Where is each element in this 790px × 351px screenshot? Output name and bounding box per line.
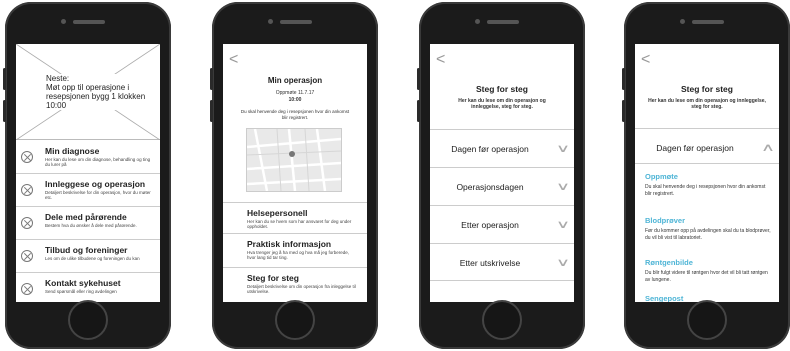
chevron-up-icon: ∧ (760, 142, 776, 154)
map-streets (247, 129, 341, 191)
home-button[interactable] (275, 300, 315, 340)
back-arrow-icon[interactable]: < (229, 52, 238, 68)
chevron-down-icon: ∨ (555, 219, 571, 231)
home-button[interactable] (687, 300, 727, 340)
menu-item-subtitle: Detaljert beskrivelse for din operasjon,… (45, 190, 151, 200)
accordion-etter-utskrivelse[interactable]: Etter utskrivelse ∨ (430, 243, 574, 281)
accordion-operasjonsdagen[interactable]: Operasjonsdagen ∨ (430, 167, 574, 205)
menu-item-kontakt[interactable]: Kontakt sykehuset Send spørsmål eller ri… (16, 273, 160, 302)
menu-item-title: Dele med pårørende (45, 212, 127, 222)
section-body: Du blir fulgt videre til røntgen hvor de… (645, 270, 768, 283)
chevron-down-icon: ∨ (555, 181, 571, 193)
list-item-title: Praktisk informasjon (247, 239, 332, 249)
map-view[interactable] (246, 128, 342, 192)
accordion-label: Dagen før operasjon (656, 143, 734, 153)
speaker-grille (692, 20, 724, 24)
chevron-down-icon: ∨ (555, 257, 571, 269)
accordion-label: Dagen før operasjon (451, 144, 529, 154)
menu-item-title: Tilbud og foreninger (45, 245, 128, 255)
menu-item-subtitle: Les om de ulike tilbudene og foreningen … (45, 256, 140, 261)
chevron-down-icon: ∨ (555, 143, 571, 155)
screen-min-operasjon: < Min operasjon Oppmøte 11.7.17 10:00 Du… (223, 44, 367, 302)
phone-frame-4: < Steg for steg Her kan du lese om din o… (622, 2, 790, 349)
accordion-etter-operasjon[interactable]: Etter operasjon ∨ (430, 205, 574, 243)
menu-item-subtitle: Bestem hva du ønsker å dele med pårørend… (45, 223, 137, 228)
page-subtitle: Her kan du lese om din operasjon og innl… (648, 98, 766, 110)
close-circle-icon (21, 283, 33, 295)
accordion-label: Operasjonsdagen (456, 182, 524, 192)
arrival-info: Du skal henvende deg i resepsjonen hvor … (240, 109, 350, 120)
list-item-subtitle: Her kan du se hvem som har ansvaret for … (247, 219, 352, 229)
accordion-label: Etter operasjon (461, 220, 519, 230)
list-item-praktisk[interactable]: Praktisk informasjon Hva trenger jeg å h… (223, 233, 367, 267)
close-circle-icon (21, 151, 33, 163)
phone-frame-1: Neste: Møt opp til operasjone i resepsjo… (3, 2, 171, 349)
menu-item-subtitle: Her kan du lese om din diagnose, behandl… (45, 157, 151, 167)
close-circle-icon (21, 250, 33, 262)
speaker-grille (280, 20, 312, 24)
accordion-dagen-for-expanded[interactable]: Dagen før operasjon ∧ (635, 128, 779, 164)
speaker-grille (487, 20, 519, 24)
image-placeholder: Neste: Møt opp til operasjone i resepsjo… (16, 44, 160, 140)
section-rontgenbilde: Røntgenbilde Du blir fulgt videre til rø… (645, 258, 773, 283)
camera-icon (61, 19, 66, 24)
list-item-helsepersonell[interactable]: Helsepersonell Her kan du se hvem som ha… (223, 202, 367, 233)
time-label: 10:00 (288, 97, 302, 103)
section-blodprover: Blodprøver Før du kommer opp på avdeling… (645, 216, 773, 241)
list-item-subtitle: Detaljert beskrivelse om din operasjon f… (247, 284, 356, 294)
home-button[interactable] (482, 300, 522, 340)
list-item-subtitle: Hva trenger jeg å ha med og hva må jeg f… (247, 250, 350, 260)
section-heading: Røntgenbilde (645, 258, 693, 267)
close-circle-icon (21, 217, 33, 229)
phone-frame-2: < Min operasjon Oppmøte 11.7.17 10:00 Du… (210, 2, 378, 349)
section-heading: Blodprøver (645, 216, 686, 225)
list-item-title: Helsepersonell (247, 208, 308, 218)
section-body: Før du kommer opp på avdelingen skal du … (645, 228, 771, 241)
page-subtitle: Her kan du lese om din operasjon og innl… (458, 98, 546, 110)
camera-icon (680, 19, 685, 24)
page-title: Steg for steg (476, 84, 528, 94)
map-pin-icon (289, 151, 295, 157)
accordion-label: Etter utskrivelse (459, 258, 521, 268)
accordion-dagen-for[interactable]: Dagen før operasjon ∨ (430, 129, 574, 167)
menu-item-innleggelse[interactable]: Innleggese og operasjon Detaljert beskri… (16, 174, 160, 207)
menu-item-diagnose[interactable]: Min diagnose Her kan du lese om din diag… (16, 141, 160, 174)
list-item-title: Steg for steg (247, 273, 299, 283)
page-title: Steg for steg (681, 84, 733, 94)
menu-item-tilbud[interactable]: Tilbud og foreninger Les om de ulike til… (16, 240, 160, 273)
back-arrow-icon[interactable]: < (436, 52, 445, 68)
screen-home: Neste: Møt opp til operasjone i resepsjo… (16, 44, 160, 302)
section-oppmote: Oppmøte Du skal henvende deg i resepsjon… (645, 172, 773, 197)
menu-item-dele[interactable]: Dele med pårørende Bestem hva du ønsker … (16, 207, 160, 240)
screen-steg-for-steg: < Steg for steg Her kan du lese om din o… (430, 44, 574, 302)
section-body: Du skal henvende deg i resepsjonen hvor … (645, 184, 766, 197)
date-label: Oppmøte 11.7.17 (275, 90, 315, 96)
back-arrow-icon[interactable]: < (641, 52, 650, 68)
camera-icon (268, 19, 273, 24)
speaker-grille (73, 20, 105, 24)
next-appointment-text: Neste: Møt opp til operasjone i resepsjo… (46, 74, 154, 110)
phone-frame-3: < Steg for steg Her kan du lese om din o… (417, 2, 585, 349)
menu-item-title: Innleggese og operasjon (45, 179, 146, 189)
screen-steg-expanded: < Steg for steg Her kan du lese om din o… (635, 44, 779, 302)
close-circle-icon (21, 184, 33, 196)
section-heading: Oppmøte (645, 172, 678, 181)
menu-item-subtitle: Send spørsmål eller ring avdelingen (45, 289, 117, 294)
list-item-steg[interactable]: Steg for steg Detaljert beskrivelse om d… (223, 267, 367, 302)
camera-icon (475, 19, 480, 24)
menu-item-title: Kontakt sykehuset (45, 278, 121, 288)
home-button[interactable] (68, 300, 108, 340)
page-title: Min operasjon (267, 76, 323, 85)
menu-item-title: Min diagnose (45, 146, 100, 156)
